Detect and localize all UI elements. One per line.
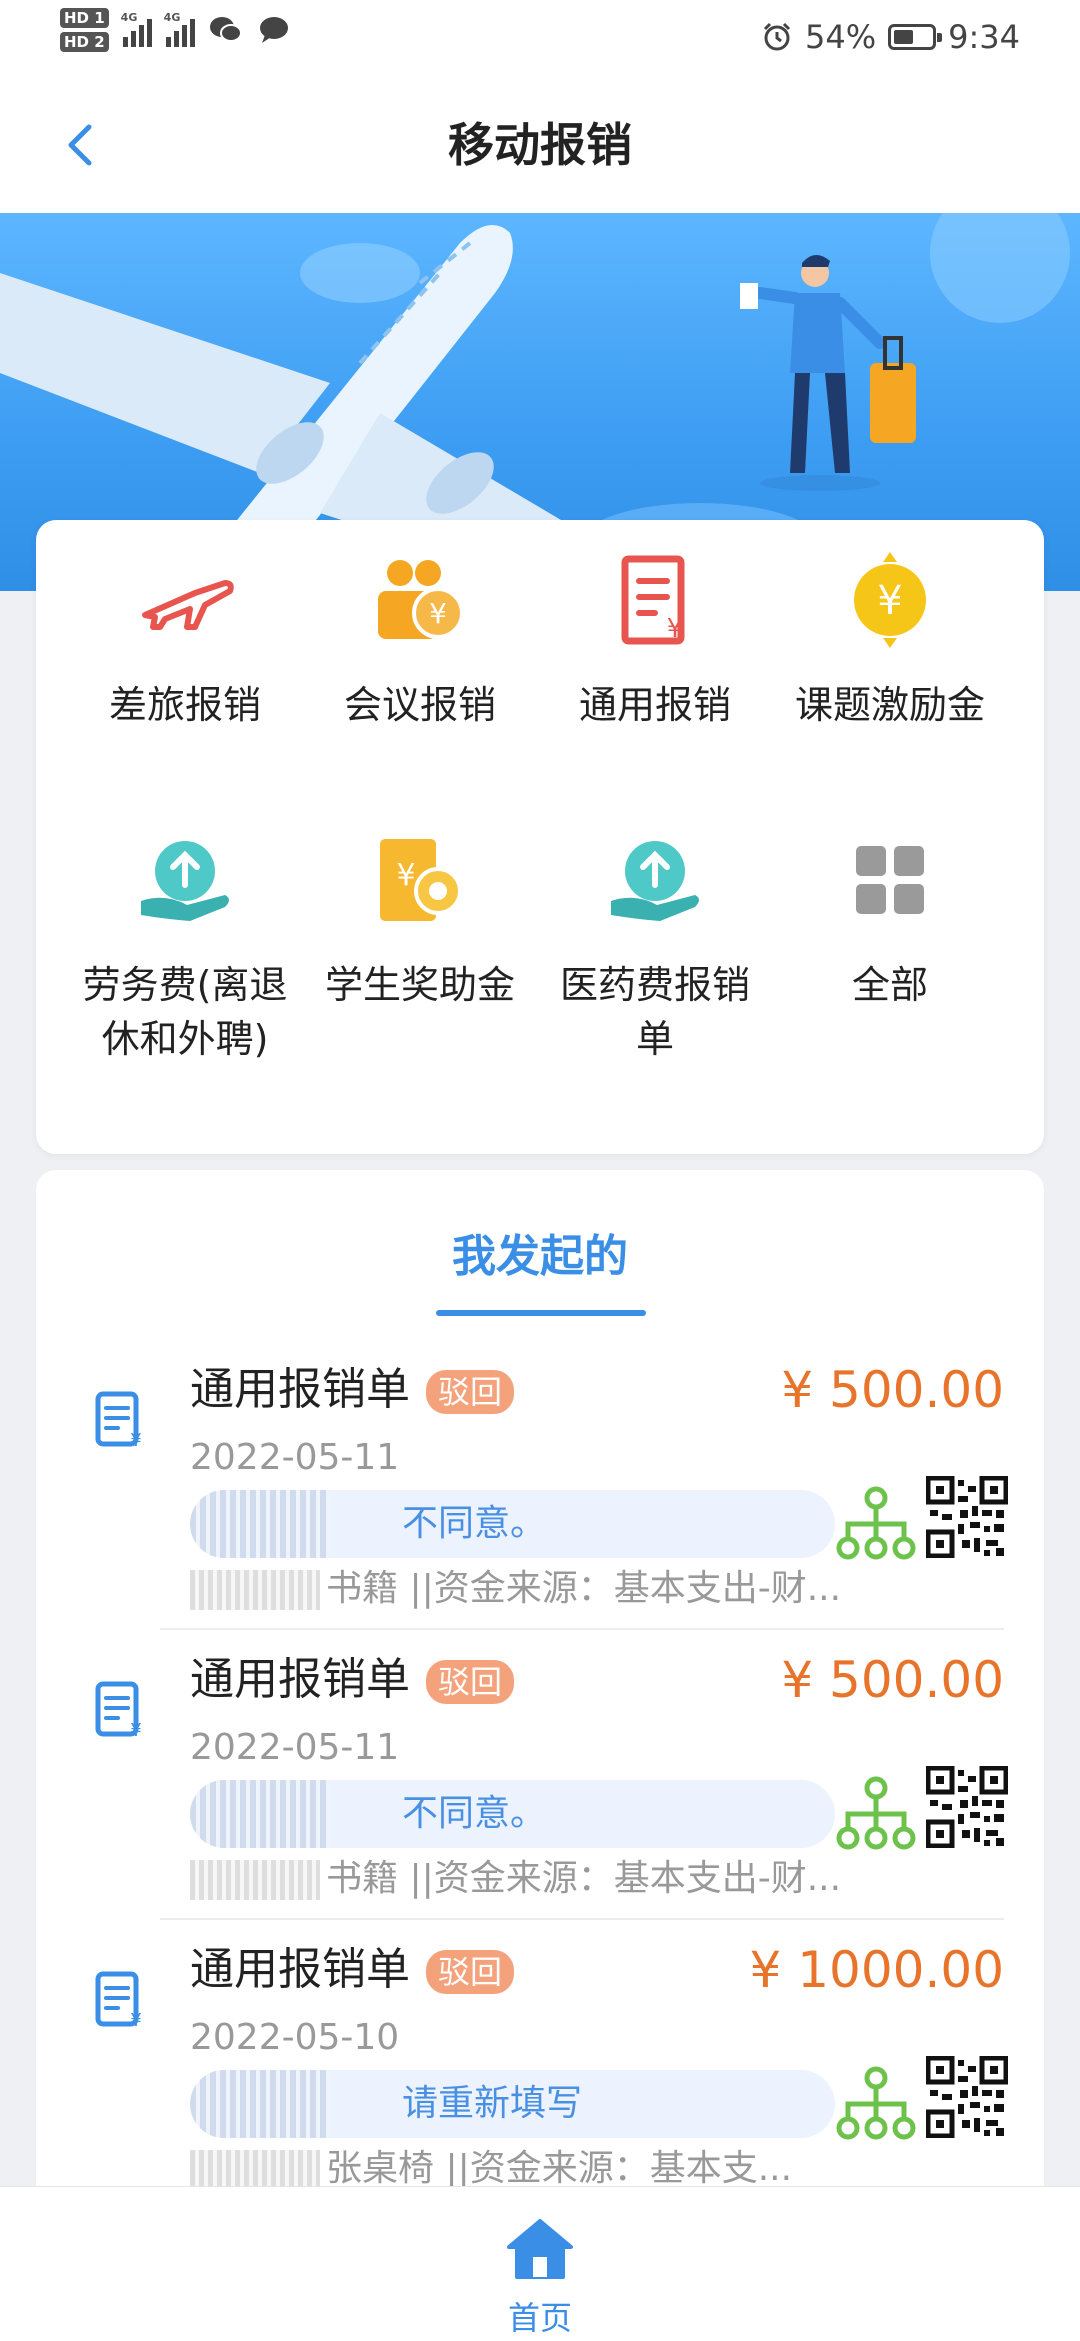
hd-indicators: HD 1 HD 2 bbox=[60, 8, 109, 52]
signal-icon-2: 4G bbox=[163, 11, 195, 47]
battery-icon bbox=[888, 24, 943, 50]
item-amount: ¥ 500.00 bbox=[781, 1361, 1004, 1419]
approval-comment: 不同意。 bbox=[190, 1780, 835, 1848]
item-description: 书籍 ||资金来源：基本支出-财... bbox=[190, 1854, 850, 1904]
hd2-badge: HD 2 bbox=[60, 32, 109, 52]
airplane-icon bbox=[130, 550, 240, 650]
menu-item-label: 通用报销 bbox=[578, 683, 731, 727]
menu-item-label: 劳务费(离退休和外聘) bbox=[82, 963, 288, 1061]
meeting-icon: ¥ bbox=[365, 550, 475, 650]
svg-text:¥: ¥ bbox=[877, 578, 902, 624]
document-yuan-icon: ¥ bbox=[95, 1391, 142, 1450]
menu-item-general[interactable]: ¥ 通用报销 bbox=[535, 550, 775, 732]
comment-text: 不同意。 bbox=[402, 1793, 547, 1834]
menu-item-research-incentive[interactable]: ¥ 课题激励金 bbox=[770, 550, 1010, 732]
menu-item-medical[interactable]: 医药费报销单 bbox=[535, 830, 775, 1066]
svg-text:¥: ¥ bbox=[396, 858, 415, 893]
menu-item-label: 医药费报销单 bbox=[559, 963, 750, 1061]
gold-coin-icon: ¥ bbox=[835, 550, 945, 650]
signal-icon: 4G bbox=[120, 11, 152, 47]
list-item[interactable]: ¥ 通用报销单 驳回 ¥ 1000.00 2022-05-10 请重新填写 张桌… bbox=[36, 1920, 1044, 2210]
description-text: 书籍 ||资金来源：基本支出-财... bbox=[326, 1568, 842, 1609]
flowchart-icon[interactable] bbox=[836, 1484, 916, 1564]
svg-text:¥: ¥ bbox=[130, 2010, 141, 2030]
tab-my-initiated[interactable]: 我发起的 bbox=[36, 1220, 1044, 1284]
document-yuan-icon: ¥ bbox=[95, 1971, 142, 2030]
menu-item-meeting[interactable]: ¥ 会议报销 bbox=[300, 550, 540, 732]
item-title: 通用报销单 bbox=[190, 1944, 410, 1995]
status-left: HD 1 HD 2 4G 4G bbox=[60, 8, 291, 52]
qr-code-icon[interactable] bbox=[926, 1476, 1008, 1558]
comment-text: 不同意。 bbox=[402, 1503, 547, 1544]
list-item[interactable]: ¥ 通用报销单 驳回 ¥ 500.00 2022-05-11 不同意。 书籍 |… bbox=[36, 1630, 1044, 1920]
hd1-badge: HD 1 bbox=[60, 8, 109, 28]
nav-home[interactable]: 首页 bbox=[490, 2217, 590, 2339]
list-item[interactable]: ¥ 通用报销单 驳回 ¥ 500.00 2022-05-11 不同意。 书籍 |… bbox=[36, 1340, 1044, 1630]
battery-fill bbox=[894, 30, 914, 44]
nav-home-label: 首页 bbox=[507, 2299, 572, 2337]
hand-upload-icon bbox=[130, 830, 240, 930]
svg-text:¥: ¥ bbox=[130, 1430, 141, 1450]
page-title: 移动报销 bbox=[448, 118, 632, 172]
flowchart-icon[interactable] bbox=[836, 1774, 916, 1854]
network-type-1: 4G bbox=[120, 11, 138, 24]
redacted-name bbox=[190, 2070, 330, 2138]
item-description: 书籍 ||资金来源：基本支出-财... bbox=[190, 1564, 850, 1614]
item-amount: ¥ 500.00 bbox=[781, 1651, 1004, 1709]
menu-item-label: 全部 bbox=[851, 963, 928, 1007]
svg-text:¥: ¥ bbox=[130, 1720, 141, 1740]
redacted-name bbox=[190, 1490, 330, 1558]
item-amount: ¥ 1000.00 bbox=[749, 1941, 1004, 1999]
item-date: 2022-05-10 bbox=[190, 2017, 400, 2058]
redacted-name bbox=[190, 1780, 330, 1848]
flowchart-icon[interactable] bbox=[836, 2064, 916, 2144]
svg-text:¥: ¥ bbox=[667, 614, 684, 644]
menu-item-label: 学生奖助金 bbox=[324, 963, 515, 1007]
menu-item-all[interactable]: 全部 bbox=[770, 830, 1010, 1012]
network-type-2: 4G bbox=[163, 11, 181, 24]
status-badge: 驳回 bbox=[426, 1950, 515, 1994]
redacted-text bbox=[190, 1570, 320, 1610]
qr-code-icon[interactable] bbox=[926, 1766, 1008, 1848]
svg-text:¥: ¥ bbox=[429, 597, 447, 630]
qr-code-icon[interactable] bbox=[926, 2056, 1008, 2138]
menu-item-travel[interactable]: 差旅报销 bbox=[65, 550, 305, 732]
status-bar: HD 1 HD 2 4G 4G 54% 9:34 bbox=[0, 0, 1080, 80]
menu-item-label: 课题激励金 bbox=[794, 683, 985, 727]
menu-item-label: 会议报销 bbox=[343, 683, 496, 727]
clock: 9:34 bbox=[948, 18, 1020, 56]
item-title: 通用报销单 bbox=[190, 1364, 410, 1415]
document-yuan-icon: ¥ bbox=[95, 1681, 142, 1740]
quick-menu-card: 差旅报销 ¥ 会议报销 ¥ 通用报销 ¥ 课题激励金 劳务费(离退休和外聘) ¥… bbox=[36, 520, 1044, 1154]
app-header: 移动报销 bbox=[0, 80, 1080, 213]
description-text: 张桌椅 ||资金来源：基本支... bbox=[326, 2148, 793, 2189]
grid-icon bbox=[835, 830, 945, 930]
menu-item-labor-fee[interactable]: 劳务费(离退休和外聘) bbox=[65, 830, 305, 1066]
comment-text: 请重新填写 bbox=[402, 2083, 583, 2124]
item-date: 2022-05-11 bbox=[190, 1437, 400, 1478]
status-right: 54% 9:34 bbox=[761, 18, 1020, 56]
battery-percent: 54% bbox=[805, 18, 877, 56]
bottom-nav: 首页 bbox=[0, 2186, 1080, 2341]
tab-indicator bbox=[436, 1310, 646, 1316]
award-yuan-icon: ¥ bbox=[365, 830, 475, 930]
menu-item-label: 差旅报销 bbox=[108, 683, 261, 727]
description-text: 书籍 ||资金来源：基本支出-财... bbox=[326, 1858, 842, 1899]
menu-item-student-grant[interactable]: ¥ 学生奖助金 bbox=[300, 830, 540, 1012]
document-yuan-icon: ¥ bbox=[600, 550, 710, 650]
item-date: 2022-05-11 bbox=[190, 1727, 400, 1768]
home-icon bbox=[507, 2219, 573, 2279]
my-initiated-list: 我发起的 ¥ 通用报销单 驳回 ¥ 500.00 2022-05-11 不同意。… bbox=[36, 1170, 1044, 2270]
hand-upload-icon bbox=[600, 830, 710, 930]
item-title: 通用报销单 bbox=[190, 1654, 410, 1705]
redacted-text bbox=[190, 1860, 320, 1900]
status-badge: 驳回 bbox=[426, 1660, 515, 1704]
message-icon bbox=[259, 17, 288, 43]
approval-comment: 请重新填写 bbox=[190, 2070, 835, 2138]
approval-comment: 不同意。 bbox=[190, 1490, 835, 1558]
alarm-icon bbox=[763, 22, 791, 51]
wechat-icon bbox=[209, 17, 242, 42]
status-badge: 驳回 bbox=[426, 1370, 515, 1414]
redacted-text bbox=[190, 2150, 320, 2190]
